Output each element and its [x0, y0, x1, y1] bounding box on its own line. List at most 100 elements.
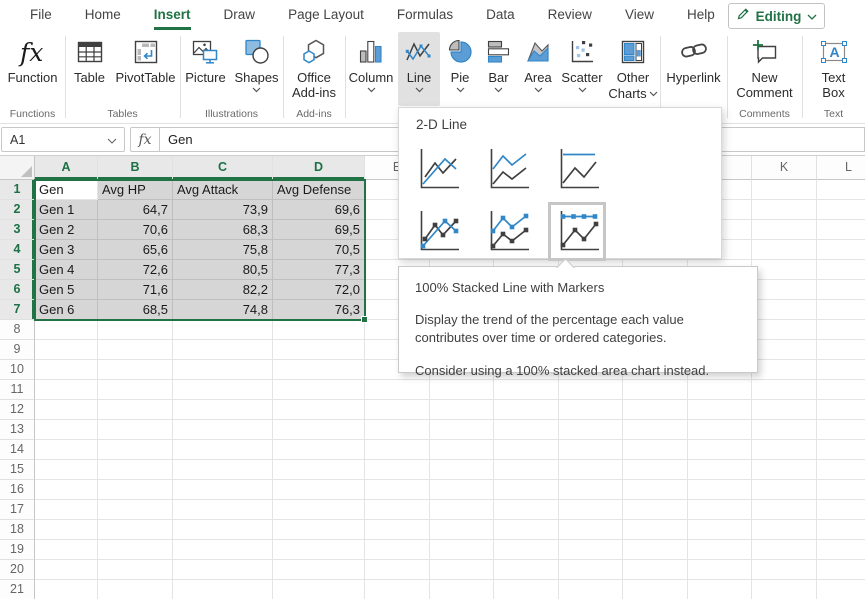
- cell-G13[interactable]: [494, 420, 559, 440]
- new-comment-button[interactable]: New Comment: [730, 32, 800, 106]
- row-header-3[interactable]: 3: [0, 220, 35, 240]
- cell-K8[interactable]: [752, 320, 817, 340]
- cell-K17[interactable]: [752, 500, 817, 520]
- cell-F13[interactable]: [430, 420, 494, 440]
- cell-E19[interactable]: [365, 540, 430, 560]
- table-button[interactable]: Table: [68, 32, 112, 106]
- row-header-16[interactable]: 16: [0, 480, 35, 500]
- cell-I21[interactable]: [623, 580, 688, 599]
- cell-K9[interactable]: [752, 340, 817, 360]
- cell-D15[interactable]: [273, 460, 365, 480]
- cell-I16[interactable]: [623, 480, 688, 500]
- cell-J15[interactable]: [688, 460, 752, 480]
- cell-A2[interactable]: Gen 1: [35, 200, 98, 220]
- cell-J20[interactable]: [688, 560, 752, 580]
- cell-G18[interactable]: [494, 520, 559, 540]
- cell-B14[interactable]: [98, 440, 173, 460]
- cell-H13[interactable]: [559, 420, 623, 440]
- bar-chart-button[interactable]: Bar: [480, 32, 517, 106]
- cell-L12[interactable]: [817, 400, 865, 420]
- pivottable-button[interactable]: PivotTable: [114, 32, 178, 106]
- cell-L19[interactable]: [817, 540, 865, 560]
- cell-A11[interactable]: [35, 380, 98, 400]
- cell-C21[interactable]: [173, 580, 273, 599]
- cell-J17[interactable]: [688, 500, 752, 520]
- cell-A18[interactable]: [35, 520, 98, 540]
- insert-function-button[interactable]: fx: [130, 127, 160, 152]
- cell-E18[interactable]: [365, 520, 430, 540]
- name-box[interactable]: A1: [1, 127, 125, 152]
- cell-J19[interactable]: [688, 540, 752, 560]
- row-header-21[interactable]: 21: [0, 580, 35, 599]
- cell-K3[interactable]: [752, 220, 817, 240]
- cell-A10[interactable]: [35, 360, 98, 380]
- cell-G16[interactable]: [494, 480, 559, 500]
- cell-I19[interactable]: [623, 540, 688, 560]
- cell-H14[interactable]: [559, 440, 623, 460]
- cell-F20[interactable]: [430, 560, 494, 580]
- menu-page-layout[interactable]: Page Layout: [288, 0, 364, 30]
- cell-D2[interactable]: 69,6: [273, 200, 365, 220]
- cell-L20[interactable]: [817, 560, 865, 580]
- cell-C4[interactable]: 75,8: [173, 240, 273, 260]
- cell-F15[interactable]: [430, 460, 494, 480]
- cell-B11[interactable]: [98, 380, 173, 400]
- cell-C3[interactable]: 68,3: [173, 220, 273, 240]
- cell-A17[interactable]: [35, 500, 98, 520]
- row-header-2[interactable]: 2: [0, 200, 35, 220]
- row-header-9[interactable]: 9: [0, 340, 35, 360]
- cell-D21[interactable]: [273, 580, 365, 599]
- cell-G19[interactable]: [494, 540, 559, 560]
- shapes-button[interactable]: Shapes: [232, 32, 282, 106]
- cell-F12[interactable]: [430, 400, 494, 420]
- row-header-15[interactable]: 15: [0, 460, 35, 480]
- column-header-A[interactable]: A: [35, 156, 98, 180]
- cell-A4[interactable]: Gen 3: [35, 240, 98, 260]
- cell-E14[interactable]: [365, 440, 430, 460]
- cell-A15[interactable]: [35, 460, 98, 480]
- cell-C18[interactable]: [173, 520, 273, 540]
- row-header-6[interactable]: 6: [0, 280, 35, 300]
- cell-J12[interactable]: [688, 400, 752, 420]
- cell-A5[interactable]: Gen 4: [35, 260, 98, 280]
- cell-F21[interactable]: [430, 580, 494, 599]
- office-addins-button[interactable]: Office Add-ins: [285, 32, 343, 106]
- cell-F11[interactable]: [430, 380, 494, 400]
- cell-D6[interactable]: 72,0: [273, 280, 365, 300]
- cell-H17[interactable]: [559, 500, 623, 520]
- cell-K16[interactable]: [752, 480, 817, 500]
- row-header-1[interactable]: 1: [0, 180, 35, 200]
- cell-I18[interactable]: [623, 520, 688, 540]
- column-header-L[interactable]: L: [817, 156, 865, 180]
- cell-F14[interactable]: [430, 440, 494, 460]
- cell-L14[interactable]: [817, 440, 865, 460]
- cell-C10[interactable]: [173, 360, 273, 380]
- menu-draw[interactable]: Draw: [224, 0, 256, 30]
- cell-A12[interactable]: [35, 400, 98, 420]
- menu-file[interactable]: File: [30, 0, 52, 30]
- row-header-19[interactable]: 19: [0, 540, 35, 560]
- cell-D7[interactable]: 76,3: [273, 300, 365, 320]
- row-header-5[interactable]: 5: [0, 260, 35, 280]
- cell-G20[interactable]: [494, 560, 559, 580]
- function-button[interactable]: fx Function: [3, 32, 63, 106]
- select-all-corner[interactable]: [0, 156, 35, 180]
- cell-K15[interactable]: [752, 460, 817, 480]
- cell-K10[interactable]: [752, 360, 817, 380]
- cell-K21[interactable]: [752, 580, 817, 599]
- cell-B7[interactable]: 68,5: [98, 300, 173, 320]
- cell-B20[interactable]: [98, 560, 173, 580]
- cell-G17[interactable]: [494, 500, 559, 520]
- cell-K13[interactable]: [752, 420, 817, 440]
- cell-L18[interactable]: [817, 520, 865, 540]
- stacked-line-markers-chart-option[interactable]: [484, 208, 530, 255]
- cell-E13[interactable]: [365, 420, 430, 440]
- cell-F18[interactable]: [430, 520, 494, 540]
- cell-E17[interactable]: [365, 500, 430, 520]
- cell-J21[interactable]: [688, 580, 752, 599]
- menu-home[interactable]: Home: [85, 0, 121, 30]
- column-chart-button[interactable]: Column: [345, 32, 397, 106]
- cell-E15[interactable]: [365, 460, 430, 480]
- cell-B4[interactable]: 65,6: [98, 240, 173, 260]
- stacked-line-chart-option[interactable]: [484, 146, 530, 193]
